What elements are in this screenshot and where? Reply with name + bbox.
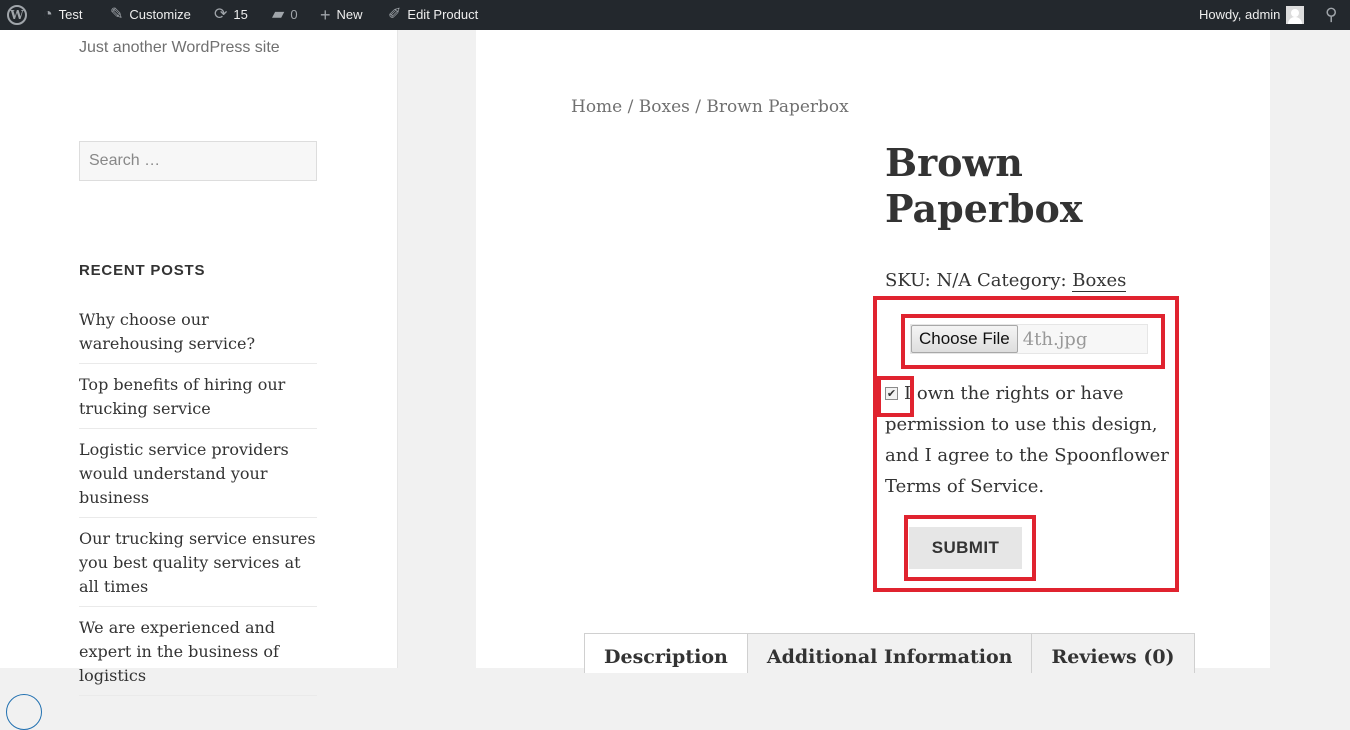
submit-button[interactable]: SUBMIT	[909, 527, 1022, 569]
site-name: Test	[58, 7, 83, 22]
recent-posts-list: Why choose our warehousing service? Top …	[79, 308, 317, 705]
category-link[interactable]: Boxes	[1072, 270, 1127, 292]
plus-icon: +	[320, 5, 331, 25]
edit-product-link[interactable]: ✐ Edit Product	[388, 0, 478, 30]
agree-checkbox[interactable]: ✔	[885, 387, 898, 400]
tab-reviews[interactable]: Reviews (0)	[1031, 633, 1195, 673]
product-tabs: Description Additional Information Revie…	[584, 633, 1195, 673]
customize-label: Customize	[129, 7, 191, 22]
user-avatar-icon	[1286, 6, 1305, 24]
search-icon: ⚲	[1325, 5, 1338, 24]
my-account-menu[interactable]: Howdy, admin	[1199, 0, 1305, 30]
scroll-circle-icon	[6, 694, 42, 730]
new-label: New	[336, 7, 363, 22]
sidebar: Just another WordPress site Search … REC…	[0, 30, 398, 730]
wordpress-icon: W	[7, 5, 27, 25]
edit-product-label: Edit Product	[407, 7, 479, 22]
customize-link[interactable]: ✎ Customize	[110, 0, 191, 30]
post-link[interactable]: Our trucking service ensures you best qu…	[79, 527, 317, 607]
recent-posts-title: RECENT POSTS	[79, 262, 206, 279]
new-content-menu[interactable]: + New	[320, 0, 363, 30]
file-upload-field[interactable]: Choose File 4th.jpg	[910, 324, 1148, 354]
post-link[interactable]: Why choose our warehousing service?	[79, 308, 317, 364]
tab-description[interactable]: Description	[584, 633, 748, 673]
post-link[interactable]: Top benefits of hiring our trucking serv…	[79, 373, 317, 429]
comment-icon: ▰	[272, 6, 285, 23]
product-meta: SKU: N/A Category: Boxes	[885, 270, 1127, 292]
selected-file-name: 4th.jpg	[1022, 328, 1088, 350]
pencil-icon: ✐	[388, 6, 402, 23]
search-input[interactable]: Search …	[79, 141, 317, 181]
brush-icon: ✎	[110, 6, 124, 23]
breadcrumb: Home / Boxes / Brown Paperbox	[571, 97, 849, 117]
howdy-label: Howdy, admin	[1199, 7, 1281, 22]
admin-search-toggle[interactable]: ⚲	[1325, 0, 1337, 30]
site-description: Just another WordPress site	[79, 39, 280, 56]
sku-label: SKU: N/A Category:	[885, 270, 1073, 291]
product-title: Brown Paperbox	[885, 140, 1083, 231]
site-name-menu[interactable]: ◔ Test	[43, 0, 83, 30]
choose-file-button[interactable]: Choose File	[911, 325, 1018, 353]
updates-link[interactable]: ⟳ 15	[214, 0, 248, 30]
post-link[interactable]: Logistic service providers would underst…	[79, 438, 317, 518]
updates-count: 15	[233, 7, 248, 22]
wp-logo-menu[interactable]: W	[7, 0, 27, 30]
dashboard-icon: ◔	[43, 6, 53, 23]
admin-bar: W ◔ Test ✎ Customize ⟳ 15 ▰ 0 + New ✐ Ed…	[0, 0, 1350, 30]
post-link[interactable]: We are experienced and expert in the bus…	[79, 616, 317, 696]
comments-count: 0	[290, 7, 298, 22]
updates-icon: ⟳	[214, 6, 228, 23]
agree-terms-text: I own the rights or have permission to u…	[885, 383, 1169, 497]
product-card: Home / Boxes / Brown Paperbox Brown Pape…	[476, 30, 1270, 673]
comments-link[interactable]: ▰ 0	[272, 0, 298, 30]
tab-additional-information[interactable]: Additional Information	[746, 633, 1033, 673]
